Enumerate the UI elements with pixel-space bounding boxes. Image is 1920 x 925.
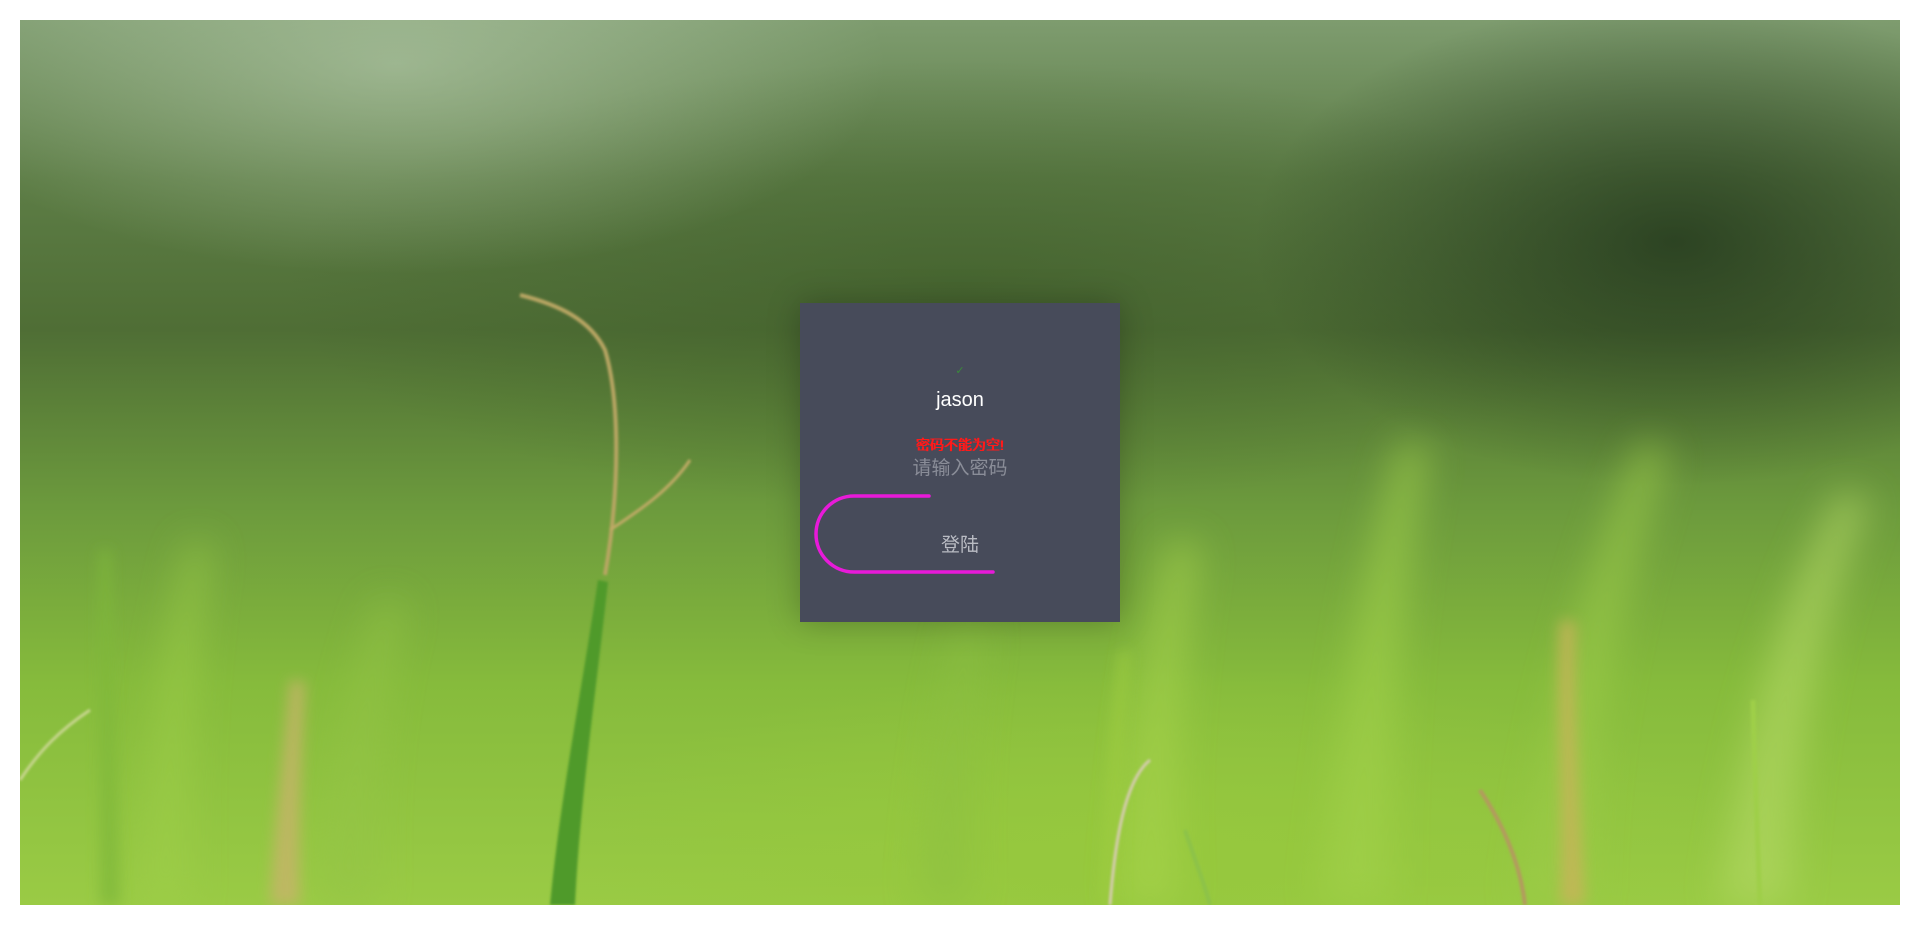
login-card: ✓ 密码不能为空! 登陆 bbox=[800, 303, 1120, 622]
login-button[interactable]: 登陆 bbox=[920, 528, 1000, 558]
check-icon: ✓ bbox=[955, 365, 965, 377]
page: ✓ 密码不能为空! 登陆 bbox=[0, 0, 1920, 925]
username-input[interactable] bbox=[860, 386, 1060, 414]
password-input[interactable] bbox=[860, 456, 1060, 482]
password-error-message: 密码不能为空! bbox=[916, 437, 1004, 453]
